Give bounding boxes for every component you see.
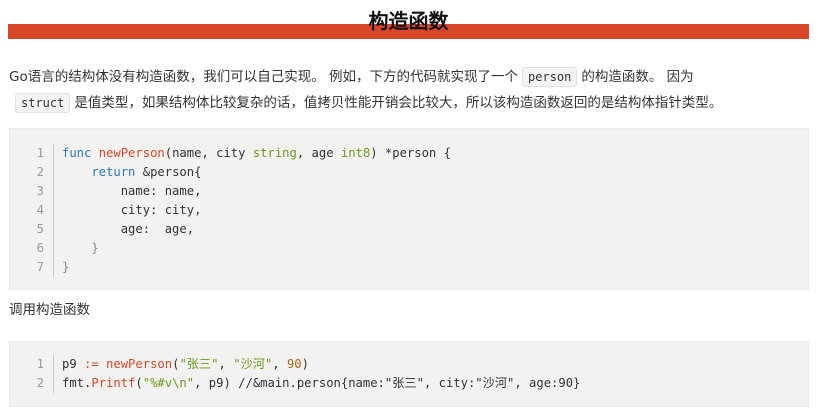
line-number: 2 — [10, 374, 54, 393]
code-line: 3 name: name, — [10, 182, 808, 201]
type-name: string — [252, 146, 297, 160]
code-comment: //&main.person{name:"张三", city:"沙河", age… — [238, 376, 581, 390]
line-number: 6 — [10, 239, 54, 258]
code-block-constructor: 1 func newPerson(name, city string, age … — [9, 128, 809, 290]
code-text: name: name, — [62, 184, 202, 198]
type-name: int8 — [340, 146, 371, 160]
code-line: 6 } — [10, 239, 808, 258]
code-token: p9 — [62, 357, 85, 371]
code-line: 1 func newPerson(name, city string, age … — [10, 144, 808, 163]
inline-code-person: person — [522, 67, 578, 87]
code-token: , age — [296, 146, 341, 160]
line-number: 3 — [10, 182, 54, 201]
string-literal: "%#v\n" — [142, 376, 195, 390]
caption-call-constructor: 调用构造函数 — [9, 302, 90, 318]
code-token: , — [272, 357, 287, 371]
code-token: , — [218, 357, 234, 371]
function-name: Printf — [91, 376, 136, 390]
article-page: 构造函数 Go语言的结构体没有构造函数，我们可以自己实现。 例如，下方的代码就实… — [0, 0, 828, 415]
code-token: ( — [135, 376, 143, 390]
keyword: return — [91, 165, 136, 179]
keyword: func — [62, 146, 92, 160]
line-number: 7 — [10, 258, 54, 277]
code-line: 1 p9 := newPerson("张三", "沙河", 90) — [10, 355, 808, 374]
code-token: ) — [301, 357, 309, 371]
para-text-1: Go语言的结构体没有构造函数，我们可以自己实现。 例如，下方的代码就实现了一个 — [9, 69, 519, 85]
line-number: 1 — [10, 355, 54, 374]
code-token: , p9) — [194, 376, 239, 390]
function-name: newPerson — [98, 146, 165, 160]
para-text-2: 的构造函数。 因为 — [581, 69, 694, 85]
code-token: ) *person { — [370, 146, 451, 160]
code-token: (name, city — [164, 146, 253, 160]
number-literal: 90 — [286, 357, 302, 371]
code-line: 7 } — [10, 258, 808, 277]
function-name: newPerson — [106, 357, 173, 371]
code-line: 2 fmt.Printf("%#v\n", p9) //&main.person… — [10, 374, 808, 393]
code-text: } — [62, 260, 70, 274]
code-text: city: city, — [62, 203, 202, 217]
code-token: fmt. — [62, 376, 92, 390]
line-number: 4 — [10, 201, 54, 220]
intro-paragraph: Go语言的结构体没有构造函数，我们可以自己实现。 例如，下方的代码就实现了一个 p… — [9, 64, 809, 116]
code-text: return &person{ — [62, 163, 201, 182]
code-text: fmt.Printf("%#v\n", p9) //&main.person{n… — [62, 374, 580, 393]
code-line: 2 return &person{ — [10, 163, 808, 182]
section-heading: 构造函数 — [368, 9, 449, 33]
code-token: &person{ — [135, 165, 202, 179]
code-text: age: age, — [62, 222, 195, 236]
code-block-call: 1 p9 := newPerson("张三", "沙河", 90) 2 fmt.… — [9, 341, 809, 407]
string-literal: "张三" — [179, 357, 219, 371]
string-literal: "沙河" — [233, 357, 273, 371]
line-number: 1 — [10, 144, 54, 163]
code-line: 4 city: city, — [10, 201, 808, 220]
line-number: 5 — [10, 220, 54, 239]
para-text-3: 是值类型，如果结构体比较复杂的话，值拷贝性能开销会比较大，所以该构造函数返回的是… — [74, 95, 723, 111]
inline-code-struct: struct — [15, 93, 71, 113]
line-number: 2 — [10, 163, 54, 182]
code-line: 5 age: age, — [10, 220, 808, 239]
code-text: func newPerson(name, city string, age in… — [62, 144, 451, 163]
code-text: p9 := newPerson("张三", "沙河", 90) — [62, 355, 309, 374]
operator: := — [84, 357, 99, 371]
section-heading-wrap: 构造函数 — [8, 4, 809, 39]
code-text: } — [62, 241, 99, 255]
